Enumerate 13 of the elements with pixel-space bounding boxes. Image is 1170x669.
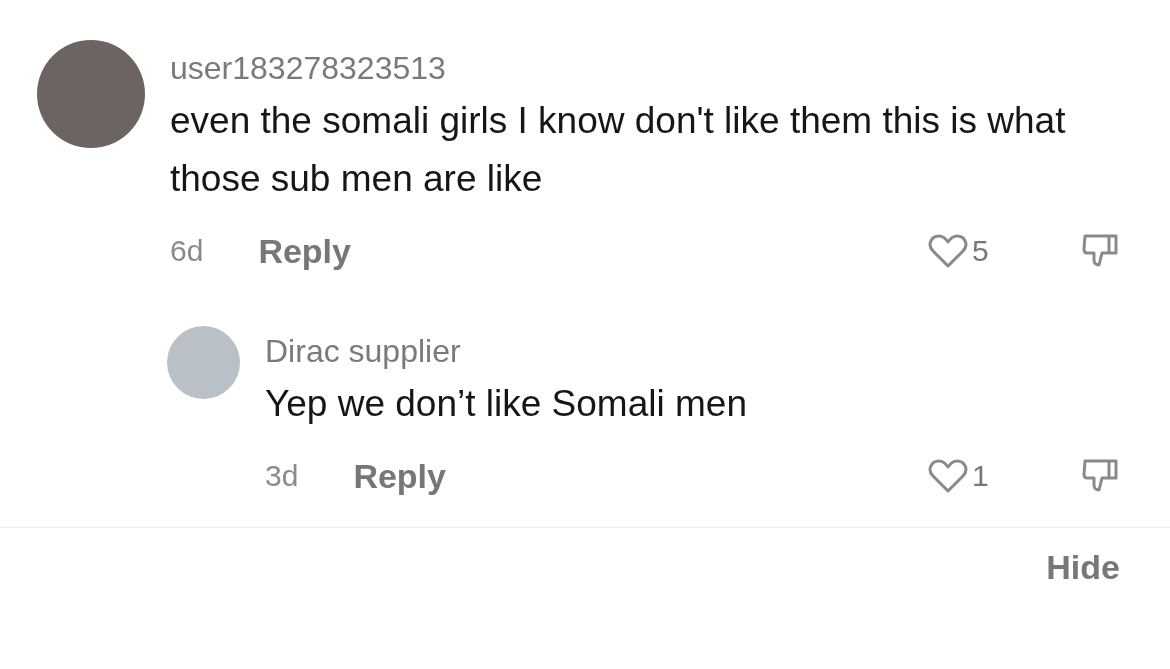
username[interactable]: user183278323513 — [170, 48, 1120, 88]
like-count: 1 — [972, 459, 990, 493]
comment-age: 3d — [265, 459, 299, 493]
like-count: 5 — [972, 234, 990, 268]
heart-icon[interactable] — [928, 233, 968, 269]
heart-icon[interactable] — [928, 458, 968, 494]
comment-text: even the somali girls I know don't like them this is what those sub men are like — [170, 99, 1067, 201]
comment-age: 6d — [170, 234, 204, 268]
reply-button[interactable]: Reply — [258, 231, 351, 271]
username[interactable]: Dirac supplier — [265, 331, 1120, 371]
reply-button[interactable]: Reply — [353, 456, 446, 496]
comment-text: Yep we don’t like Somali men — [265, 382, 748, 426]
hide-button[interactable]: Hide — [1046, 548, 1120, 587]
